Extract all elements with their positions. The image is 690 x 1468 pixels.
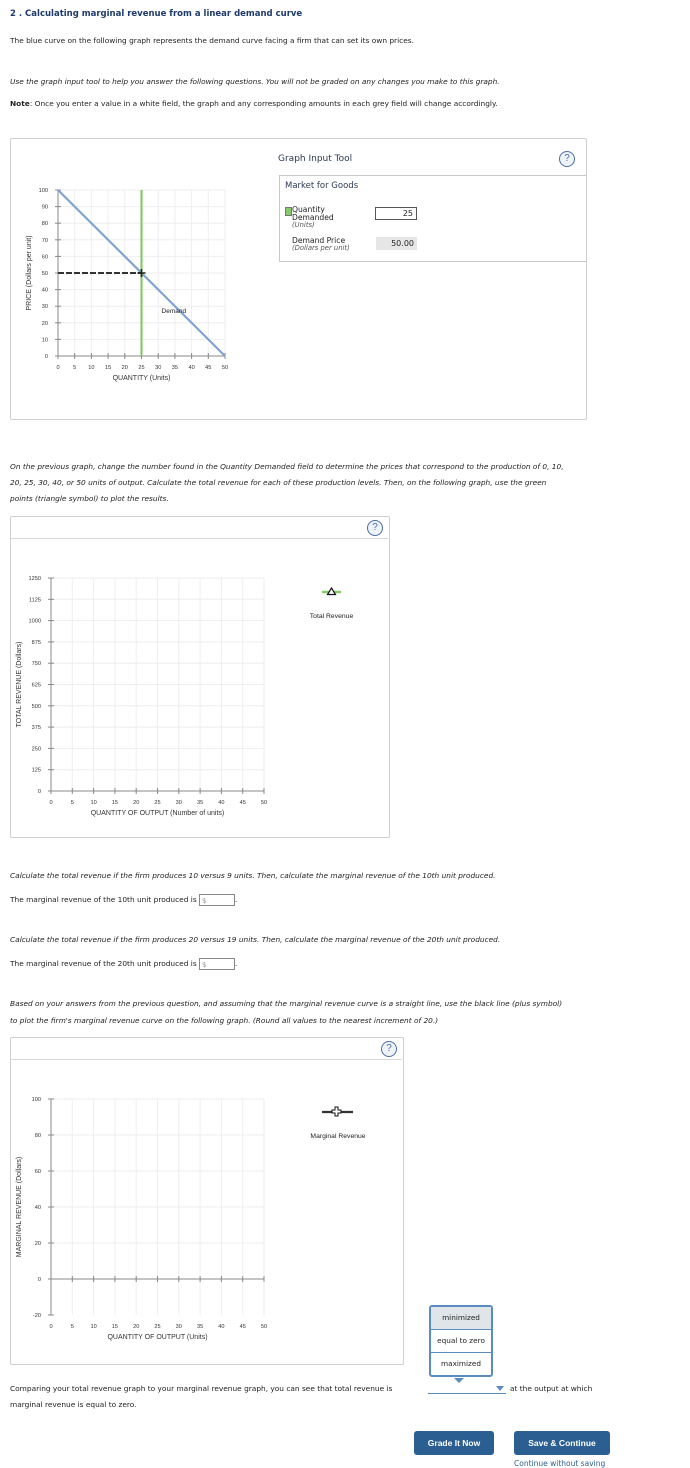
y-tick-label: 20: [35, 1241, 41, 1247]
dropdown-option-equal-to-zero[interactable]: equal to zero: [431, 1330, 491, 1353]
continue-without-saving-link[interactable]: Continue without saving: [514, 1459, 605, 1468]
save-and-continue-button[interactable]: Save & Continue: [514, 1431, 610, 1455]
x-tick-label: 40: [218, 1324, 224, 1330]
chevron-down-icon: [496, 1386, 504, 1391]
y-tick-label: -20: [33, 1313, 41, 1319]
marginal-revenue-chart[interactable]: 0 5 10 15 20 25 30 35 40 45 50 -20 0 20 40 60 80 100 QUANT…: [0, 0, 690, 1366]
comparison-before: Comparing your total revenue graph to yo…: [10, 1384, 393, 1393]
x-axis-label: QUANTITY OF OUTPUT (Units): [107, 1334, 207, 1341]
y-tick-label: 0: [38, 1277, 41, 1283]
x-tick-label: 25: [154, 1324, 160, 1330]
x-tick-label: 15: [112, 1324, 118, 1330]
x-tick-label: 5: [71, 1324, 74, 1330]
total-revenue-dropdown[interactable]: [428, 1385, 506, 1394]
dropdown-pointer-icon: [454, 1378, 464, 1383]
dropdown-option-minimized[interactable]: minimized: [431, 1307, 491, 1330]
x-tick-label: 30: [176, 1324, 182, 1330]
x-tick-label: 50: [261, 1324, 267, 1330]
y-tick-label: 80: [35, 1133, 41, 1139]
comparison-line2: marginal revenue is equal to zero.: [10, 1400, 137, 1409]
comparison-after: at the output at which: [510, 1384, 593, 1393]
grade-it-now-button[interactable]: Grade It Now: [414, 1431, 494, 1455]
y-tick-label: 60: [35, 1169, 41, 1175]
x-tick-label: 45: [240, 1324, 246, 1330]
x-tick-label: 0: [49, 1324, 52, 1330]
plus-icon: [331, 1106, 342, 1117]
x-tick-label: 10: [90, 1324, 96, 1330]
x-tick-label: 20: [133, 1324, 139, 1330]
total-revenue-dropdown-menu: minimized equal to zero maximized: [429, 1305, 493, 1377]
legend-label: Marginal Revenue: [310, 1133, 365, 1140]
x-tick-label: 35: [197, 1324, 203, 1330]
y-axis-label: MARGINAL REVENUE (Dollars): [16, 1157, 23, 1257]
y-tick-label: 40: [35, 1205, 41, 1211]
y-tick-label: 100: [32, 1097, 41, 1103]
dropdown-option-maximized[interactable]: maximized: [431, 1353, 491, 1375]
